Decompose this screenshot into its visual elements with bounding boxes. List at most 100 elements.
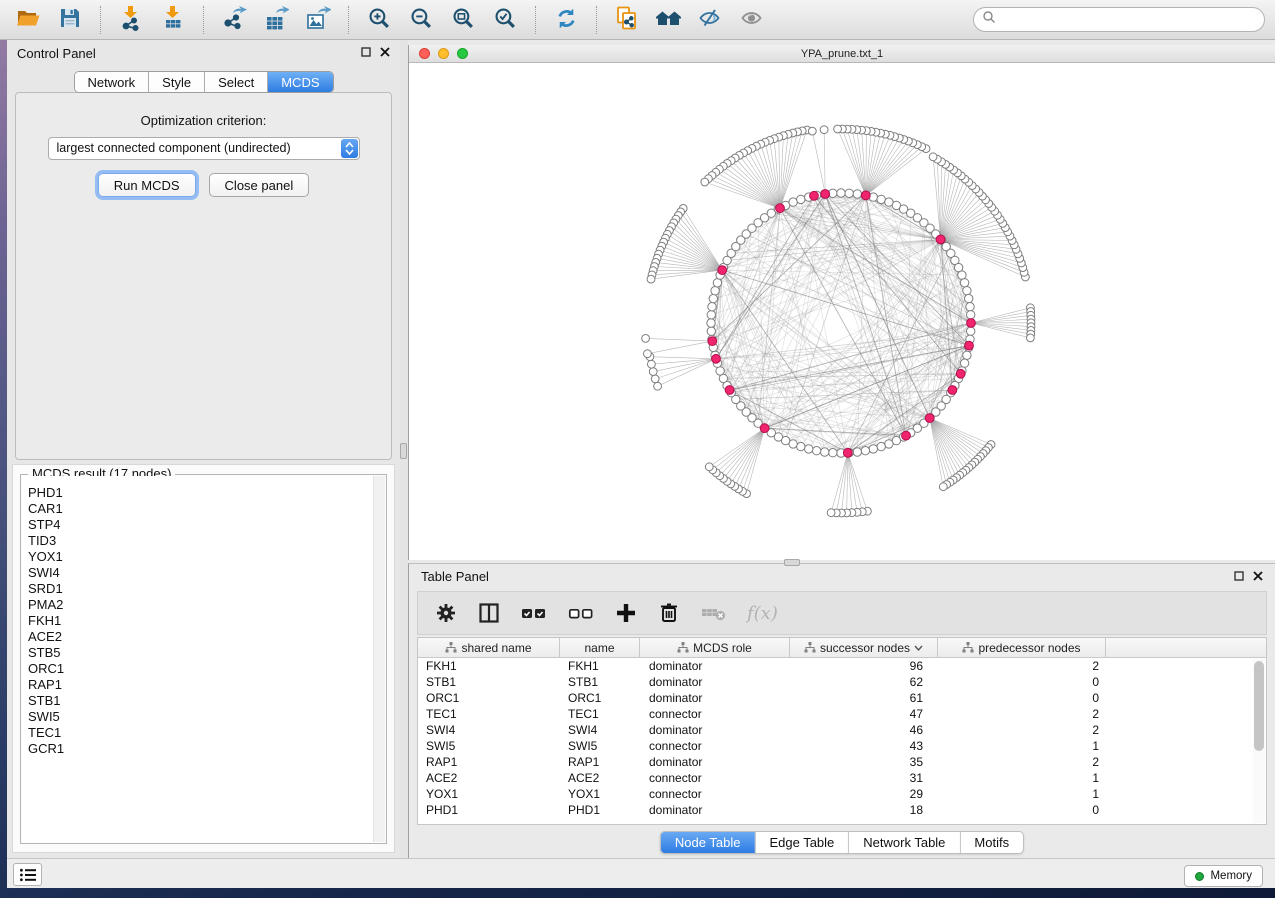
- open-session-button[interactable]: [10, 4, 46, 36]
- select-all-button[interactable]: [520, 601, 548, 625]
- delete-table-button-disabled: [700, 601, 728, 625]
- splitter-grip[interactable]: [400, 443, 407, 459]
- tab-motifs[interactable]: Motifs: [959, 832, 1023, 853]
- column-header-name[interactable]: name: [560, 638, 640, 657]
- export-network-button[interactable]: [216, 4, 252, 36]
- table-cell: YOX1: [418, 787, 560, 801]
- tab-mcds[interactable]: MCDS: [267, 72, 332, 92]
- search-input[interactable]: [1001, 10, 1264, 30]
- table-row[interactable]: YOX1YOX1connector291: [418, 786, 1266, 802]
- search-field[interactable]: [973, 7, 1265, 32]
- tab-edge-table[interactable]: Edge Table: [754, 832, 848, 853]
- panel-splitter-horizontal[interactable]: [784, 559, 800, 566]
- column-header-predecessor-nodes[interactable]: predecessor nodes: [938, 638, 1106, 657]
- graph-hub-node: [861, 191, 870, 200]
- run-mcds-button[interactable]: Run MCDS: [98, 173, 196, 197]
- table-row[interactable]: RAP1RAP1dominator352: [418, 754, 1266, 770]
- list-item[interactable]: ACE2: [28, 629, 385, 645]
- table-scrollbar-thumb[interactable]: [1254, 661, 1264, 751]
- table-cell: 2: [938, 723, 1106, 737]
- table-row[interactable]: SWI5SWI5connector431: [418, 738, 1266, 754]
- mcds-result-list[interactable]: PHD1CAR1STP4TID3YOX1SWI4SRD1PMA2FKH1ACE2…: [22, 476, 385, 842]
- add-row-button[interactable]: [614, 601, 638, 625]
- memory-status-icon: [1195, 872, 1204, 881]
- list-item[interactable]: SWI5: [28, 709, 385, 725]
- list-item[interactable]: SWI4: [28, 565, 385, 581]
- panel-splitter-vertical[interactable]: [400, 40, 408, 858]
- table-settings-button[interactable]: [434, 601, 458, 625]
- list-item[interactable]: STB1: [28, 693, 385, 709]
- tab-select[interactable]: Select: [204, 72, 267, 92]
- mcds-list-scrollbar[interactable]: [373, 476, 385, 842]
- tab-network-table[interactable]: Network Table: [848, 832, 959, 853]
- graph-leaf-node: [929, 153, 937, 161]
- zoom-out-button[interactable]: [403, 4, 439, 36]
- show-columns-button[interactable]: [477, 601, 501, 625]
- table-cell: connector: [640, 787, 790, 801]
- graph-hub-node: [902, 431, 911, 440]
- export-image-button[interactable]: [300, 4, 336, 36]
- table-cell: connector: [640, 771, 790, 785]
- zoom-in-button[interactable]: [361, 4, 397, 36]
- list-item[interactable]: STP4: [28, 517, 385, 533]
- list-item[interactable]: GCR1: [28, 741, 385, 757]
- column-header-successor-nodes[interactable]: successor nodes: [790, 638, 938, 657]
- refresh-button[interactable]: [548, 4, 584, 36]
- list-item[interactable]: FKH1: [28, 613, 385, 629]
- save-session-button[interactable]: [52, 4, 88, 36]
- toolbar-separator: [348, 6, 349, 34]
- float-panel-icon[interactable]: [361, 44, 371, 62]
- clone-network-button[interactable]: [609, 4, 645, 36]
- graph-hub-node: [967, 319, 976, 328]
- table-row[interactable]: SWI4SWI4dominator462: [418, 722, 1266, 738]
- graph-leaf-node: [644, 350, 652, 358]
- table-cell: SWI5: [560, 739, 640, 753]
- tab-style[interactable]: Style: [148, 72, 204, 92]
- list-item[interactable]: YOX1: [28, 549, 385, 565]
- table-scrollbar[interactable]: [1253, 659, 1265, 823]
- status-bar: Memory: [7, 858, 1275, 888]
- show-panels-button[interactable]: [735, 4, 771, 36]
- close-panel-icon[interactable]: [380, 44, 390, 62]
- list-item[interactable]: ORC1: [28, 661, 385, 677]
- table-row[interactable]: TEC1TEC1connector472: [418, 706, 1266, 722]
- column-header-shared-name[interactable]: shared name: [418, 638, 560, 657]
- tab-network[interactable]: Network: [74, 72, 148, 92]
- network-canvas[interactable]: [409, 63, 1275, 560]
- delete-row-button[interactable]: [657, 601, 681, 625]
- network-window-titlebar[interactable]: YPA_prune.txt_1: [409, 45, 1275, 63]
- graph-node: [709, 294, 717, 302]
- zoom-selected-button[interactable]: [487, 4, 523, 36]
- float-panel-icon[interactable]: [1234, 568, 1244, 586]
- home-button[interactable]: [651, 4, 687, 36]
- task-history-button[interactable]: [13, 863, 42, 886]
- import-table-button[interactable]: [155, 4, 191, 36]
- list-item[interactable]: SRD1: [28, 581, 385, 597]
- close-panel-icon[interactable]: [1253, 568, 1263, 586]
- memory-button[interactable]: Memory: [1184, 865, 1263, 887]
- table-row[interactable]: PHD1PHD1dominator180: [418, 802, 1266, 818]
- import-network-button[interactable]: [113, 4, 149, 36]
- list-item[interactable]: CAR1: [28, 501, 385, 517]
- zoom-fit-button[interactable]: [445, 4, 481, 36]
- table-row[interactable]: ORC1ORC1dominator610: [418, 690, 1266, 706]
- list-item[interactable]: RAP1: [28, 677, 385, 693]
- close-panel-button[interactable]: Close panel: [209, 173, 310, 197]
- table-row[interactable]: FKH1FKH1dominator962: [418, 658, 1266, 674]
- column-header-mcds-role[interactable]: MCDS role: [640, 638, 790, 657]
- table-row[interactable]: ACE2ACE2connector311: [418, 770, 1266, 786]
- optimization-criterion-select[interactable]: largest connected component (undirected): [48, 137, 360, 160]
- tab-node-table[interactable]: Node Table: [661, 832, 755, 853]
- list-item[interactable]: TID3: [28, 533, 385, 549]
- node-table-header: shared name name MCDS role successor nod…: [418, 638, 1266, 658]
- list-item[interactable]: TEC1: [28, 725, 385, 741]
- list-item[interactable]: PMA2: [28, 597, 385, 613]
- hide-panels-button[interactable]: [693, 4, 729, 36]
- deselect-all-button[interactable]: [567, 601, 595, 625]
- export-table-button[interactable]: [258, 4, 294, 36]
- table-row[interactable]: STB1STB1dominator620: [418, 674, 1266, 690]
- list-item[interactable]: PHD1: [28, 485, 385, 501]
- list-item[interactable]: STB5: [28, 645, 385, 661]
- graph-node: [797, 442, 805, 450]
- graph-hub-node: [760, 424, 769, 433]
